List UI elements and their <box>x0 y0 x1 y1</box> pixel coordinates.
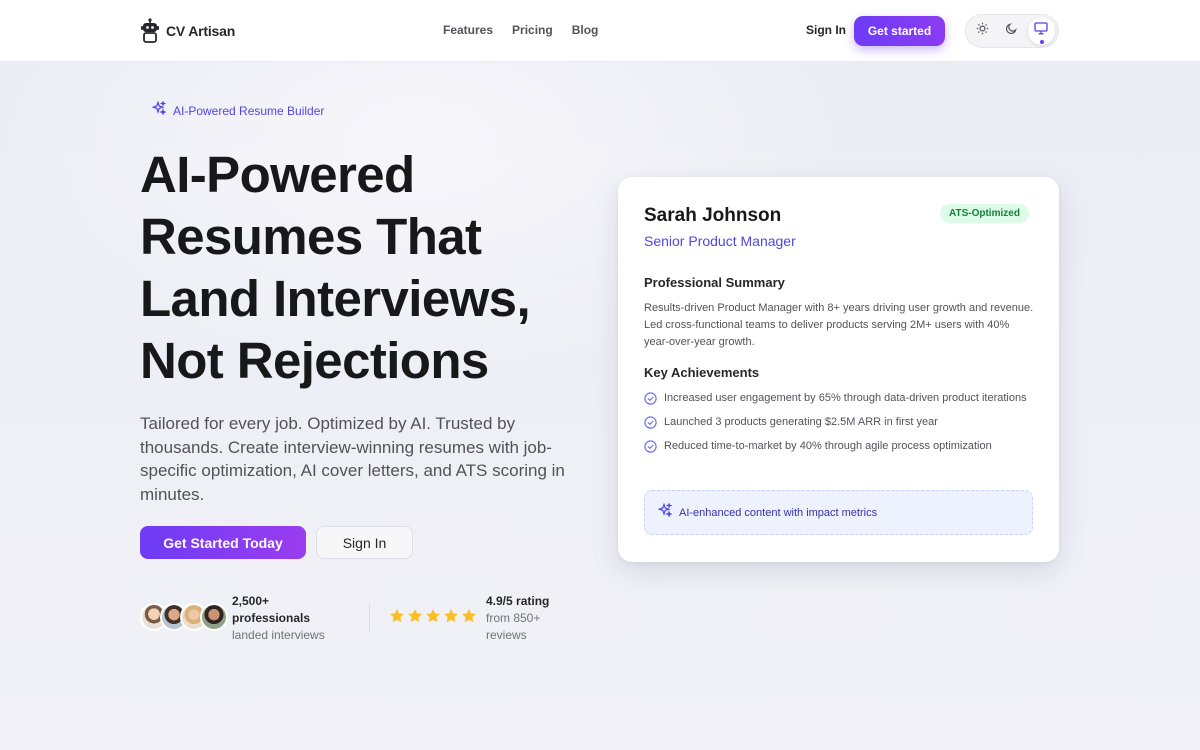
moon-icon <box>1005 22 1018 40</box>
professionals-count: 2,500+ <box>232 594 270 608</box>
list-item: Reduced time-to-market by 40% through ag… <box>644 438 1036 455</box>
list-item: Launched 3 products generating $2.5M ARR… <box>644 414 1036 431</box>
hero-headline: AI-Powered Resumes That Land Interviews,… <box>140 144 600 392</box>
star-icon <box>461 608 477 629</box>
avatar-group <box>140 603 230 631</box>
star-icon <box>389 608 405 629</box>
nav-sign-in-link[interactable]: Sign In <box>806 23 846 37</box>
check-circle-icon <box>644 416 657 429</box>
star-icon <box>443 608 459 629</box>
professionals-stat: 2,500+ professionals landed interviews <box>232 593 342 644</box>
theme-light-button[interactable] <box>969 17 996 45</box>
sparkles-icon <box>657 502 673 522</box>
check-circle-icon <box>644 440 657 453</box>
summary-text: Results-driven Product Manager with 8+ y… <box>644 302 1034 348</box>
headline-line: AI-Powered <box>140 146 415 203</box>
sign-in-button[interactable]: Sign In <box>316 526 413 559</box>
hero-subtext: Tailored for every job. Optimized by AI.… <box>140 414 565 504</box>
rating-sub: from 850+ <box>486 611 541 625</box>
headline-line: Land Interviews, <box>140 270 531 327</box>
achievement-text: Launched 3 products generating $2.5M ARR… <box>664 416 938 428</box>
theme-system-button[interactable] <box>1027 17 1055 45</box>
ai-note-text: AI-enhanced content with impact metrics <box>679 506 878 519</box>
get-started-button[interactable]: Get started <box>854 16 945 46</box>
avatar <box>200 603 228 631</box>
theme-dark-button[interactable] <box>998 17 1025 45</box>
achievements-list: Increased user engagement by 65% through… <box>644 390 1036 462</box>
logo[interactable]: CV Artisan <box>140 18 235 44</box>
nav-link-features[interactable]: Features <box>443 23 493 37</box>
hero-badge: AI-Powered Resume Builder <box>151 100 325 120</box>
ai-enhanced-note: AI-enhanced content with impact metrics <box>644 490 1033 535</box>
get-started-today-button[interactable]: Get Started Today <box>140 526 306 559</box>
check-circle-icon <box>644 392 657 405</box>
achievements-heading: Key Achievements <box>644 365 760 380</box>
star-icon <box>425 608 441 629</box>
summary-heading: Professional Summary <box>644 275 785 290</box>
professionals-label: professionals <box>232 611 311 625</box>
star-rating <box>389 608 477 629</box>
rating-value: 4.9/5 rating <box>486 594 550 608</box>
divider <box>369 603 370 633</box>
professionals-sub: landed interviews <box>232 628 325 642</box>
achievement-text: Reduced time-to-market by 40% through ag… <box>664 440 992 452</box>
nav-link-blog[interactable]: Blog <box>572 23 599 37</box>
star-icon <box>407 608 423 629</box>
rating-sub: reviews <box>486 628 527 642</box>
headline-line: Resumes That <box>140 208 482 265</box>
theme-toggle <box>965 14 1059 48</box>
logo-text: CV Artisan <box>166 23 236 39</box>
rating-stat: 4.9/5 rating from 850+ reviews <box>486 593 566 644</box>
top-navbar: CV Artisan Features Pricing Blog Sign In… <box>0 0 1200 62</box>
sun-icon <box>976 22 989 40</box>
headline-line: Not Rejections <box>140 332 489 389</box>
main-nav: Features Pricing Blog <box>443 23 598 37</box>
achievement-text: Increased user engagement by 65% through… <box>664 392 1027 404</box>
sparkles-icon <box>151 100 167 120</box>
list-item: Increased user engagement by 65% through… <box>644 390 1036 407</box>
candidate-name: Sarah Johnson <box>644 205 782 226</box>
ats-optimized-badge: ATS-Optimized <box>940 204 1029 223</box>
nav-link-pricing[interactable]: Pricing <box>512 23 553 37</box>
hero-badge-text: AI-Powered Resume Builder <box>173 103 325 118</box>
resume-preview-card: Sarah Johnson Senior Product Manager ATS… <box>618 177 1059 562</box>
robot-logo-icon <box>140 18 160 44</box>
candidate-role: Senior Product Manager <box>644 233 796 249</box>
monitor-icon <box>1034 22 1048 40</box>
